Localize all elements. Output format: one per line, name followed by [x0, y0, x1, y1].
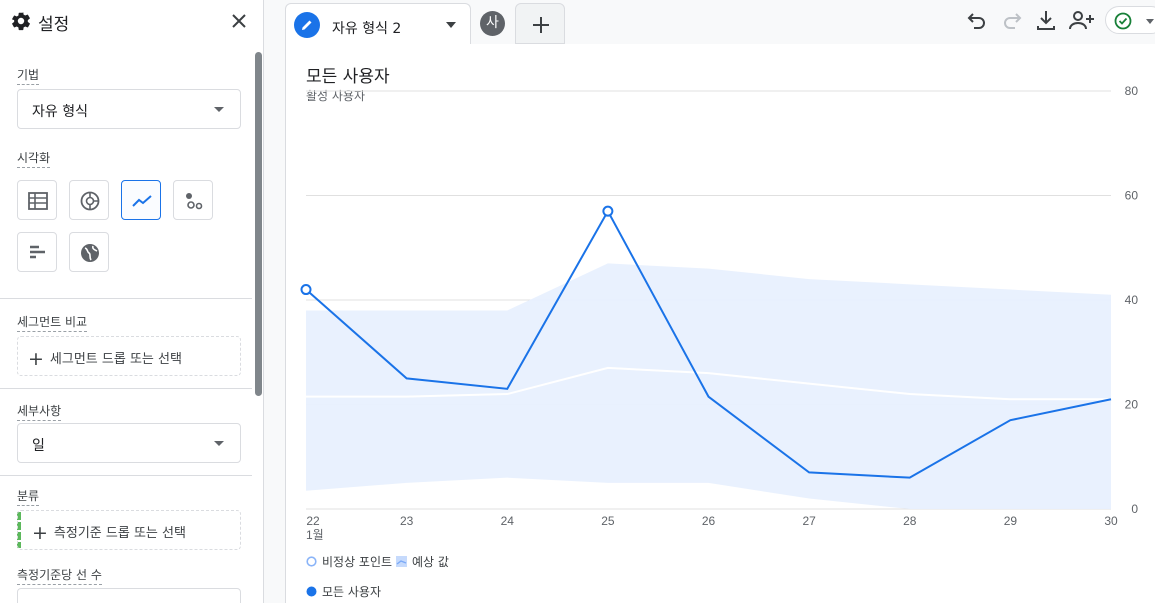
y-tick-label: 80: [1125, 84, 1139, 98]
x-tick-label: 26: [702, 514, 716, 528]
x-tick-label: 27: [802, 514, 816, 528]
report-area: 자유 형식 2 사 모든 사용자 활성 사용자 0 20 40 60 80 22 23 24 2…: [265, 0, 1155, 603]
donut-chart-icon: [80, 191, 100, 211]
x-tick-label: 23: [400, 514, 414, 528]
visualization-label: 시각화: [17, 149, 51, 168]
granularity-select[interactable]: 일: [17, 423, 241, 463]
download-icon[interactable]: [1034, 8, 1058, 32]
x-tick-label: 25: [601, 514, 615, 528]
tab-label: 자유 형식 2: [332, 21, 402, 37]
anomaly-point: [300, 284, 312, 296]
segment-dropzone[interactable]: + 세그먼트 드롭 또는 선택: [17, 336, 241, 376]
technique-select[interactable]: 자유 형식: [17, 89, 241, 129]
viz-bar-button[interactable]: [17, 232, 57, 272]
bar-chart-icon: [30, 245, 45, 259]
forecast-swatch-icon: [396, 556, 407, 567]
divider: [0, 388, 252, 389]
viz-scatter-button[interactable]: [173, 180, 213, 220]
x-tick-label: 29: [1004, 514, 1018, 528]
granularity-value: 일: [32, 438, 45, 454]
redo-icon[interactable]: [1000, 8, 1024, 32]
add-tab-button[interactable]: [515, 3, 565, 44]
viz-line-button[interactable]: [121, 180, 161, 220]
viz-donut-button[interactable]: [69, 180, 109, 220]
y-tick-label: 20: [1125, 398, 1139, 412]
breakdown-dropzone-text: 측정기준 드롭 또는 선택: [53, 526, 186, 541]
settings-header: 설정: [0, 0, 263, 42]
scrollbar[interactable]: [255, 52, 262, 396]
status-button[interactable]: [1105, 6, 1155, 34]
undo-icon[interactable]: [965, 8, 989, 32]
gear-icon: [12, 12, 30, 31]
plus-icon: [533, 17, 549, 33]
y-tick-label: 40: [1125, 293, 1139, 307]
chart-canvas: 모든 사용자 활성 사용자 0 20 40 60 80 22 23 24 25 26 27 28 29 3…: [285, 44, 1155, 603]
check-status-icon: [1114, 12, 1132, 30]
avatar[interactable]: 사: [480, 11, 505, 36]
plus-icon: +: [32, 522, 48, 544]
anomaly-marker-icon: [306, 556, 317, 567]
viz-table-button[interactable]: [17, 180, 57, 220]
x-tick-label: 22: [306, 514, 320, 528]
granularity-label: 세부사항: [17, 402, 62, 421]
chevron-down-icon[interactable]: [446, 22, 456, 28]
chevron-down-icon: [214, 441, 224, 446]
segment-compare-label: 세그먼트 비교: [17, 313, 88, 332]
technique-value: 자유 형식: [32, 104, 88, 120]
viz-geo-button[interactable]: [69, 232, 109, 272]
rows-per-dimension-label: 측정기준당 선 수: [17, 566, 102, 585]
close-icon[interactable]: [229, 11, 249, 31]
rows-per-dimension-select[interactable]: [17, 588, 241, 603]
line-chart: 0 20 40 60 80 22 23 24 25 26 27 28 29 30 1월: [300, 84, 1139, 542]
x-tick-label: 24: [501, 514, 515, 528]
legend-forecast[interactable]: 예상 값: [396, 553, 449, 570]
edit-icon: [294, 12, 320, 38]
breakdown-label: 분류: [17, 487, 40, 506]
x-month-label: 1월: [306, 528, 324, 542]
geo-map-icon: [81, 244, 99, 262]
x-tick-label: 30: [1104, 514, 1118, 528]
x-tick-label: 28: [903, 514, 917, 528]
table-icon: [28, 192, 48, 210]
legend-series-label: 모든 사용자: [322, 585, 382, 599]
tab-freeform-2[interactable]: 자유 형식 2: [285, 3, 471, 44]
line-chart-icon: [132, 195, 152, 207]
legend-anomaly[interactable]: 비정상 포인트: [306, 553, 392, 570]
y-tick-label: 60: [1125, 189, 1139, 203]
divider: [0, 298, 252, 299]
legend-anomaly-label: 비정상 포인트: [322, 555, 393, 569]
technique-label: 기법: [17, 66, 40, 85]
chevron-down-icon: [1146, 19, 1154, 24]
breakdown-dropzone[interactable]: + 측정기준 드롭 또는 선택: [17, 510, 241, 550]
share-user-icon[interactable]: [1068, 8, 1096, 32]
y-tick-label: 0: [1131, 502, 1138, 516]
settings-title: 설정: [38, 15, 70, 35]
legend-series[interactable]: 모든 사용자: [306, 583, 381, 600]
divider: [0, 475, 252, 476]
chevron-down-icon: [214, 107, 224, 112]
scatter-icon: [186, 193, 203, 210]
segment-dropzone-text: 세그먼트 드롭 또는 선택: [49, 352, 182, 367]
anomaly-point: [602, 205, 614, 217]
legend-forecast-label: 예상 값: [412, 555, 449, 569]
plus-icon: +: [28, 348, 44, 370]
series-dot-icon: [306, 586, 317, 597]
settings-panel: 설정 기법 자유 형식 시각화 세그먼트 비교 + 세그먼트 드롭 또는 선택 세…: [0, 0, 264, 603]
